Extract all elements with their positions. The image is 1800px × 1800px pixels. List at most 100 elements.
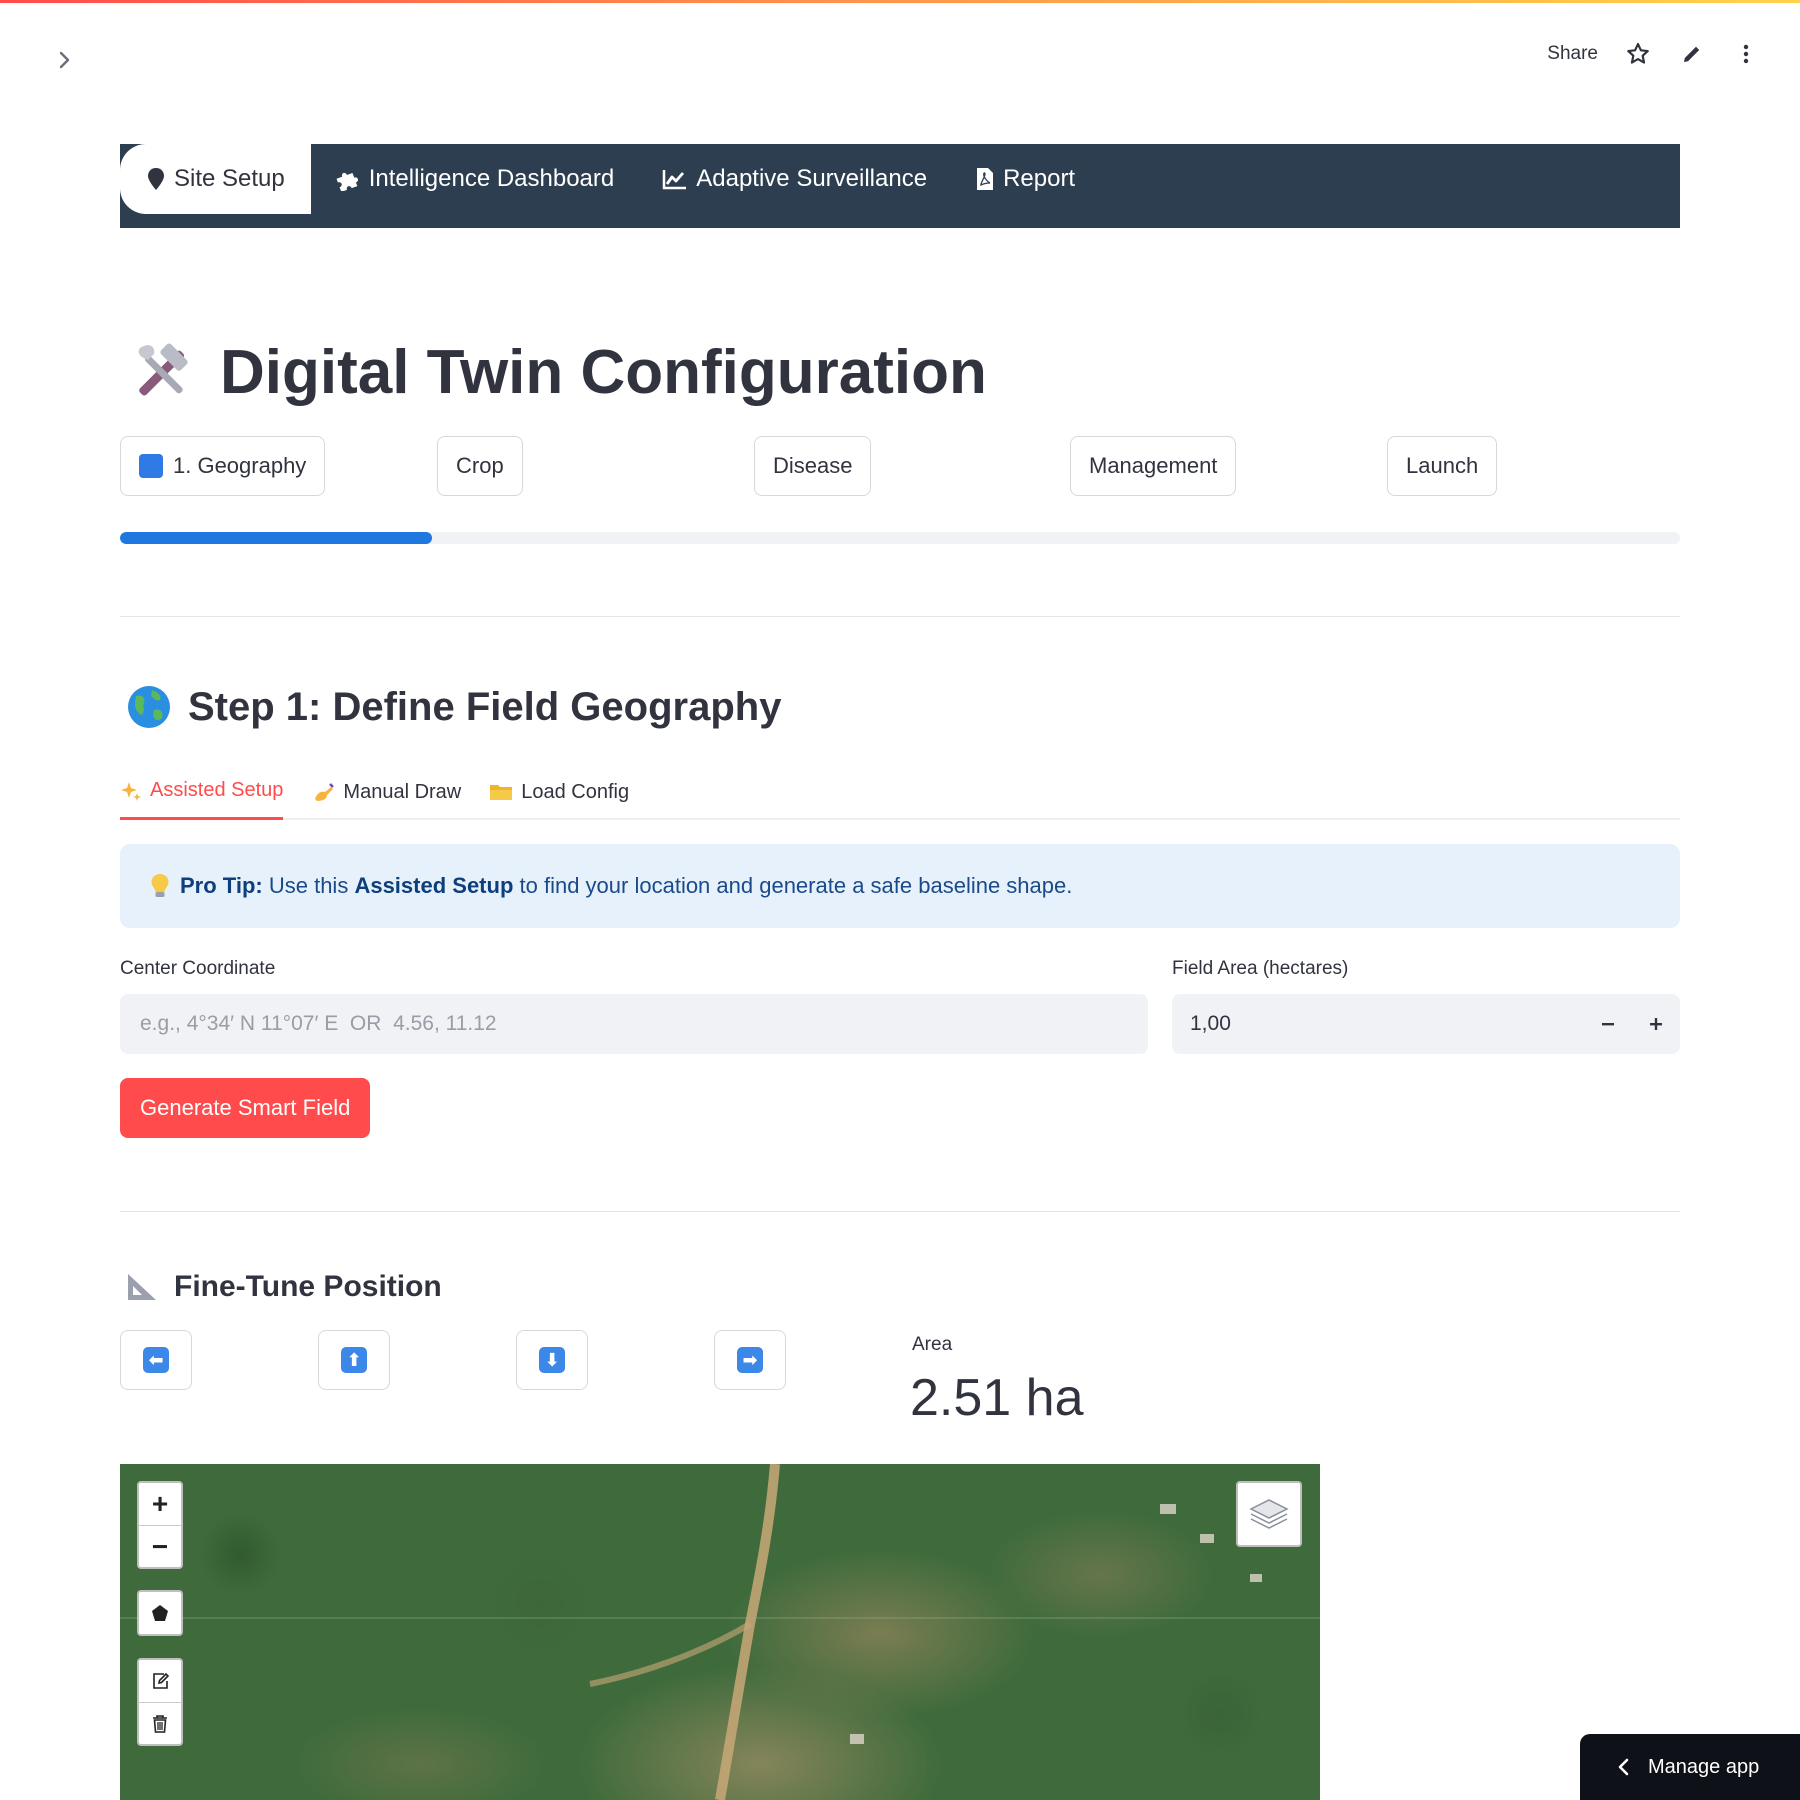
- step-label: Management: [1089, 453, 1218, 478]
- draw-polygon-button[interactable]: [139, 1592, 181, 1634]
- nav-tab-label: Report: [1003, 165, 1076, 192]
- star-icon: [1627, 42, 1649, 64]
- nav-tab-label: Site Setup: [174, 165, 285, 192]
- generate-smart-field-button[interactable]: Generate Smart Field: [120, 1078, 371, 1138]
- share-button[interactable]: Share: [1547, 43, 1598, 65]
- field-area-input[interactable]: 1,00: [1172, 1012, 1584, 1036]
- section-title: Fine-Tune Position: [174, 1270, 442, 1303]
- arrow-right-icon: ➡: [737, 1347, 763, 1373]
- arrow-down-icon: ⬇: [539, 1347, 565, 1373]
- step-disease-button[interactable]: Disease: [754, 436, 872, 496]
- move-right-button[interactable]: ➡: [714, 1330, 786, 1390]
- layers-icon: [1249, 1499, 1289, 1529]
- step-geography-button[interactable]: 1. Geography: [120, 436, 326, 496]
- tools-icon: [138, 343, 188, 396]
- fine-tune-heading: Fine-Tune Position: [126, 1270, 442, 1304]
- nav-tab-label: Intelligence Dashboard: [368, 165, 615, 192]
- tab-label: Load Config: [521, 780, 630, 803]
- file-pdf-icon: [977, 168, 994, 190]
- page-title: Digital Twin Configuration: [126, 336, 987, 408]
- minus-icon: [1602, 1023, 1614, 1026]
- edit-layers-button[interactable]: [139, 1660, 181, 1702]
- arrow-up-icon: ⬆: [341, 1347, 367, 1373]
- step-management-button[interactable]: Management: [1070, 436, 1237, 496]
- arrow-left-icon: ⬅: [143, 1347, 169, 1373]
- chevron-left-icon: [1618, 1758, 1629, 1776]
- triangular-ruler-icon: [128, 1274, 156, 1300]
- manage-app-label: Manage app: [1648, 1755, 1760, 1778]
- geography-tabs: Assisted Setup Manual Draw Load Config: [120, 770, 1680, 820]
- center-coordinate-label: Center Coordinate: [120, 958, 276, 979]
- progress-bar-fill: [120, 532, 432, 544]
- field-area-stepper: 1,00: [1172, 994, 1680, 1054]
- divider: [120, 616, 1680, 617]
- move-left-button[interactable]: ⬅: [120, 1330, 192, 1390]
- edit-control: [137, 1658, 183, 1746]
- center-coordinate-input[interactable]: [120, 994, 1148, 1054]
- top-accent-bar: [0, 0, 1800, 3]
- step-label: 1. Geography: [173, 453, 307, 478]
- step-label: Launch: [1406, 453, 1479, 478]
- nav-tab-label: Adaptive Surveillance: [696, 165, 928, 192]
- top-navigation: Site Setup Intelligence Dashboard Adapti…: [120, 144, 1680, 228]
- page-title-text: Digital Twin Configuration: [220, 337, 987, 407]
- nav-tab-report[interactable]: Report: [951, 144, 1099, 214]
- sidebar-expand-button[interactable]: [50, 46, 78, 74]
- move-down-button[interactable]: ⬇: [516, 1330, 588, 1390]
- polygon-draw-icon: [152, 1605, 168, 1621]
- move-up-button[interactable]: ⬆: [318, 1330, 390, 1390]
- section-title: Step 1: Define Field Geography: [188, 684, 782, 729]
- trash-icon: [153, 1714, 167, 1733]
- area-metric-value: 2.51 ha: [910, 1369, 1084, 1427]
- step-launch-button[interactable]: Launch: [1387, 436, 1498, 496]
- nav-tab-adaptive-surveillance[interactable]: Adaptive Surveillance: [638, 144, 951, 214]
- increment-button[interactable]: [1632, 994, 1680, 1054]
- pencil-icon: [1684, 46, 1700, 62]
- tab-manual-draw[interactable]: Manual Draw: [311, 770, 461, 820]
- layers-control-button[interactable]: [1236, 1481, 1302, 1547]
- lightbulb-icon: [151, 874, 169, 897]
- more-menu-button[interactable]: [1732, 40, 1760, 68]
- tab-load-config[interactable]: Load Config: [489, 770, 629, 820]
- tip-text-a: Use this: [268, 873, 349, 898]
- star-button[interactable]: [1624, 40, 1652, 68]
- map-pin-icon: [148, 168, 164, 190]
- nav-tab-site-setup[interactable]: Site Setup: [120, 144, 311, 214]
- chart-line-icon: [663, 170, 687, 190]
- zoom-in-button[interactable]: +: [139, 1483, 181, 1525]
- plus-icon: [1650, 1018, 1662, 1030]
- tip-bold: Assisted Setup: [354, 873, 514, 898]
- edit-layers-icon: [153, 1672, 170, 1689]
- tip-prefix: Pro Tip:: [180, 873, 263, 898]
- step-crop-button[interactable]: Crop: [437, 436, 523, 496]
- nav-tab-intelligence-dashboard[interactable]: Intelligence Dashboard: [311, 144, 639, 214]
- section-geography-heading: Step 1: Define Field Geography: [126, 684, 781, 730]
- tab-label: Manual Draw: [343, 780, 462, 803]
- step-label: Disease: [773, 453, 853, 478]
- decrement-button[interactable]: [1584, 994, 1632, 1054]
- area-metric-label: Area: [912, 1334, 953, 1355]
- delete-layers-button[interactable]: [139, 1702, 181, 1744]
- blue-square-icon: [139, 454, 163, 478]
- tip-text-b: to find your location and generate a saf…: [519, 873, 1073, 898]
- more-vertical-icon: [1743, 44, 1749, 64]
- edit-button[interactable]: [1678, 40, 1706, 68]
- pro-tip-alert: Pro Tip: Use this Assisted Setup to find…: [120, 844, 1680, 928]
- field-area-label: Field Area (hectares): [1172, 958, 1349, 979]
- manage-app-button[interactable]: Manage app: [1580, 1734, 1800, 1800]
- zoom-out-button[interactable]: −: [139, 1525, 181, 1567]
- divider: [120, 1211, 1680, 1212]
- globe-icon: [128, 686, 170, 728]
- satellite-map[interactable]: + −: [120, 1464, 1320, 1800]
- sparkles-icon: [121, 781, 141, 801]
- zoom-control: + −: [137, 1481, 183, 1569]
- stepper: 1. Geography Crop Disease Management Lau…: [120, 436, 1680, 496]
- puzzle-icon: [336, 172, 358, 191]
- progress-bar: [120, 532, 1680, 544]
- tab-label: Assisted Setup: [150, 779, 284, 801]
- tab-assisted-setup[interactable]: Assisted Setup: [120, 770, 284, 820]
- chevron-right-icon: [59, 51, 70, 69]
- map-imagery: [120, 1464, 1320, 1800]
- folder-icon: [490, 785, 513, 800]
- step-label: Crop: [456, 453, 504, 478]
